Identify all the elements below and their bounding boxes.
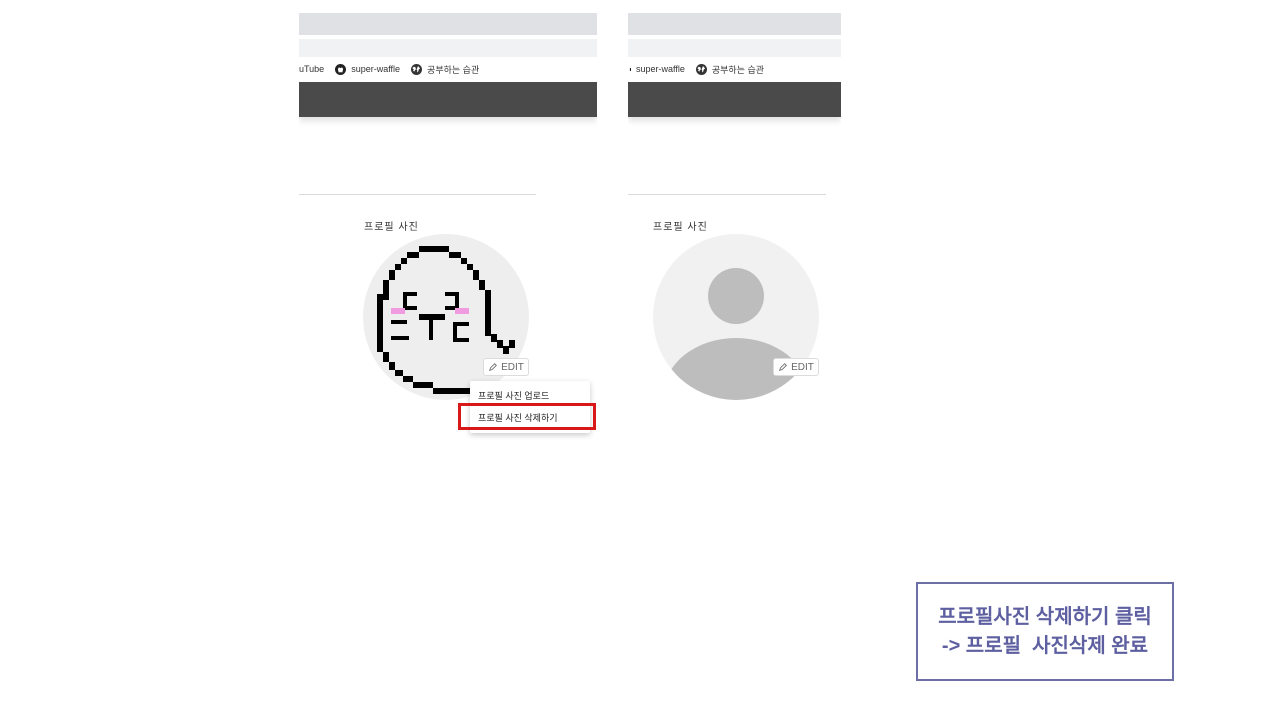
divider	[628, 194, 826, 195]
profile-header-bar	[299, 82, 597, 117]
callout-line-1: 프로필사진 삭제하기 클릭	[938, 605, 1152, 628]
github-icon	[335, 63, 347, 75]
link-youtube[interactable]: uTube	[299, 64, 324, 74]
link-blog[interactable]: 공부하는 습관	[411, 63, 479, 76]
profile-links: uTube super-waffle 공부하는 습관	[299, 61, 479, 77]
address-bar	[299, 39, 597, 57]
github-icon	[629, 67, 631, 71]
callout-line-2: -> 프로필 사진삭제 완료	[941, 634, 1149, 657]
profile-panel-after: super-waffle 공부하는 습관 프로필 사진 EDIT	[628, 0, 841, 450]
browser-bar	[299, 13, 597, 35]
globe-icon	[411, 63, 423, 75]
link-github[interactable]: super-waffle	[335, 63, 400, 75]
profile-photo-label: 프로필 사진	[653, 222, 708, 233]
pencil-icon	[489, 363, 498, 371]
delete-option-highlight	[458, 403, 596, 430]
profile-header-bar	[628, 82, 841, 117]
address-bar	[628, 39, 841, 57]
pencil-icon	[779, 363, 788, 371]
globe-icon	[695, 63, 707, 75]
profile-panel-before: uTube super-waffle 공부하는 습관 프로필 사진 EDIT 프…	[299, 0, 597, 450]
instruction-callout: 프로필사진 삭제하기 클릭 -> 프로필 사진삭제 완료	[916, 582, 1174, 681]
link-blog[interactable]: 공부하는 습관	[695, 63, 764, 76]
profile-photo-label: 프로필 사진	[364, 222, 419, 233]
edit-avatar-button[interactable]: EDIT	[483, 358, 529, 376]
profile-links: super-waffle 공부하는 습관	[628, 61, 764, 77]
browser-bar	[628, 13, 841, 35]
edit-avatar-button[interactable]: EDIT	[773, 358, 819, 376]
divider	[299, 194, 536, 195]
link-github[interactable]: super-waffle	[628, 64, 685, 75]
